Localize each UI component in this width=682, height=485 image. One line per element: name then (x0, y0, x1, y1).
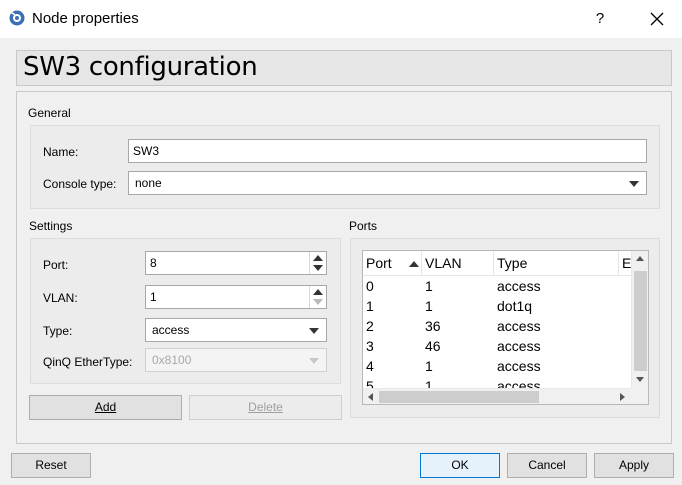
port-spinbox[interactable]: 8 (145, 251, 327, 275)
chevron-down-icon (309, 328, 319, 334)
type-label: Type: (43, 324, 73, 338)
ports-table[interactable]: Port VLAN Type E 0 1 access 1 1 dot1q 2 … (362, 250, 649, 405)
type-value: access (152, 323, 190, 337)
column-header-vlan[interactable]: VLAN (422, 251, 494, 276)
general-group-label: General (28, 106, 71, 120)
horizontal-scroll-thumb[interactable] (379, 391, 539, 403)
scroll-down-icon[interactable] (636, 377, 644, 382)
chevron-down-icon (309, 358, 319, 364)
table-row[interactable]: 4 1 access (363, 356, 631, 376)
sort-ascending-icon (409, 261, 419, 267)
page-title: SW3 configuration (23, 52, 258, 82)
ports-group-label: Ports (349, 219, 378, 233)
settings-group-label: Settings (29, 219, 73, 233)
name-label: Name: (43, 145, 79, 159)
reset-button[interactable]: Reset (11, 453, 91, 478)
horizontal-scrollbar[interactable] (363, 388, 631, 404)
table-row[interactable]: 1 1 dot1q (363, 296, 631, 316)
scroll-left-icon[interactable] (368, 393, 373, 401)
vertical-scroll-thumb[interactable] (634, 271, 647, 371)
console-type-value: none (135, 176, 162, 190)
table-row[interactable]: 5 1 access (363, 376, 631, 388)
scroll-right-icon[interactable] (620, 393, 625, 401)
help-button[interactable]: ? (585, 6, 615, 32)
vlan-spinbox[interactable]: 1 (145, 285, 327, 309)
table-row[interactable]: 3 46 access (363, 336, 631, 356)
console-type-select[interactable]: none (128, 171, 647, 195)
arrow-up-icon[interactable] (313, 255, 323, 261)
name-field[interactable]: SW3 (128, 139, 647, 163)
vlan-stepper[interactable] (309, 286, 326, 308)
general-group (30, 125, 660, 209)
port-value: 8 (150, 256, 157, 270)
qinq-ethertype-value: 0x8100 (152, 353, 192, 367)
column-header-type[interactable]: Type (494, 251, 619, 276)
close-icon (650, 12, 664, 29)
close-button[interactable] (640, 6, 674, 32)
arrow-down-icon[interactable] (313, 265, 323, 271)
ok-button[interactable]: OK (420, 453, 500, 478)
table-header: Port VLAN Type E (363, 251, 631, 276)
console-type-label: Console type: (43, 177, 117, 191)
type-select[interactable]: access (145, 318, 327, 342)
scroll-corner (631, 388, 648, 404)
delete-button-label: Delete (248, 400, 283, 414)
gns3-icon (8, 9, 26, 27)
add-button-label: Add (94, 400, 117, 414)
add-button[interactable]: Add (29, 395, 182, 420)
scroll-up-icon[interactable] (636, 256, 644, 261)
chevron-down-icon (629, 181, 639, 187)
port-stepper[interactable] (309, 252, 326, 274)
qinq-ethertype-select[interactable]: 0x8100 (145, 348, 327, 372)
vlan-label: VLAN: (43, 291, 78, 305)
column-header-port[interactable]: Port (363, 251, 422, 276)
vlan-value: 1 (150, 290, 157, 304)
cancel-button[interactable]: Cancel (507, 453, 587, 478)
apply-button[interactable]: Apply (594, 453, 674, 478)
port-label: Port: (43, 258, 69, 272)
arrow-up-icon[interactable] (313, 289, 323, 295)
window-title: Node properties (32, 10, 139, 27)
qinq-ethertype-label: QinQ EtherType: (43, 355, 133, 369)
table-row[interactable]: 0 1 access (363, 276, 631, 296)
table-row[interactable]: 2 36 access (363, 316, 631, 336)
delete-button[interactable]: Delete (189, 395, 342, 420)
arrow-down-icon[interactable] (313, 299, 323, 305)
vertical-scrollbar[interactable] (631, 251, 648, 388)
